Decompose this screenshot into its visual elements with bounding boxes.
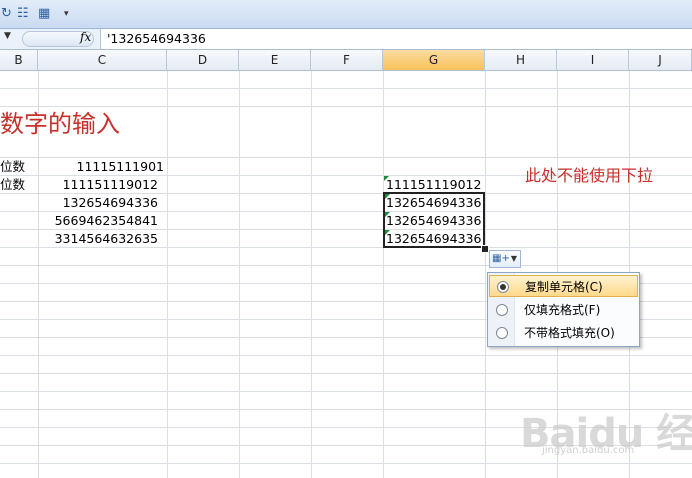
column-header-g[interactable]: G <box>383 50 485 70</box>
customize-toolbar-icon[interactable]: ▾ <box>64 5 69 23</box>
baidu-watermark-url: jingyan.baidu.com <box>542 445 635 456</box>
selection-range <box>383 192 485 248</box>
quick-access-toolbar: ↻ ☷ ▦ ▾ <box>0 0 692 29</box>
menu-item-fill-formatting-only[interactable]: 仅填充格式(F) <box>489 299 638 321</box>
chart-icon[interactable]: ▦ <box>38 5 50 23</box>
redo-icon[interactable]: ↻ <box>1 5 12 23</box>
menu-item-copy-cells[interactable]: 复制单元格(C) <box>489 275 638 297</box>
column-header-h[interactable]: H <box>485 50 557 70</box>
cell-c-value[interactable]: 3314564632635 <box>55 230 158 247</box>
worksheet-grid[interactable]: 数字的输入 位数 位数 11115111901 111151119012 132… <box>0 71 692 478</box>
column-header-i[interactable]: I <box>557 50 629 70</box>
cell-c-value[interactable]: 11115111901 <box>77 158 164 175</box>
radio-icon <box>496 327 508 339</box>
cell-c-value[interactable]: 132654694336 <box>63 194 158 211</box>
cell-b-label[interactable]: 位数 <box>0 158 25 175</box>
formula-input[interactable]: '132654694336 <box>100 29 692 49</box>
column-header-f[interactable]: F <box>311 50 383 70</box>
radio-selected-icon <box>497 281 509 293</box>
auto-fill-options-menu: 复制单元格(C) 仅填充格式(F) 不带格式填充(O) <box>487 272 640 347</box>
auto-fill-icon: ▦+ <box>492 253 510 264</box>
sort-icon[interactable]: ☷ <box>17 5 29 23</box>
column-headers: B C D E F G H I J <box>0 50 692 71</box>
cell-b-label[interactable]: 位数 <box>0 176 25 193</box>
name-box-dropdown-icon[interactable]: ▼ <box>4 31 11 41</box>
fill-handle[interactable] <box>481 245 489 253</box>
column-header-b[interactable]: B <box>0 50 38 70</box>
cell-c-value[interactable]: 111151119012 <box>63 176 158 193</box>
radio-icon <box>496 304 508 316</box>
insert-function-button[interactable]: fx <box>80 30 91 44</box>
auto-fill-options-button[interactable]: ▦+ ▼ <box>489 250 521 268</box>
cell-c-value[interactable]: 5669462354841 <box>55 212 158 229</box>
cell-g-value[interactable]: 111151119012 <box>386 176 481 193</box>
menu-item-fill-without-formatting[interactable]: 不带格式填充(O) <box>489 322 638 344</box>
column-header-e[interactable]: E <box>239 50 311 70</box>
column-header-j[interactable]: J <box>629 50 692 70</box>
annotation-note: 此处不能使用下拉 <box>525 166 654 185</box>
sheet-title[interactable]: 数字的输入 <box>0 109 120 139</box>
chevron-down-icon: ▼ <box>510 254 517 263</box>
formula-bar: ▼ fx '132654694336 <box>0 29 692 50</box>
column-header-d[interactable]: D <box>167 50 239 70</box>
column-header-c[interactable]: C <box>38 50 167 70</box>
